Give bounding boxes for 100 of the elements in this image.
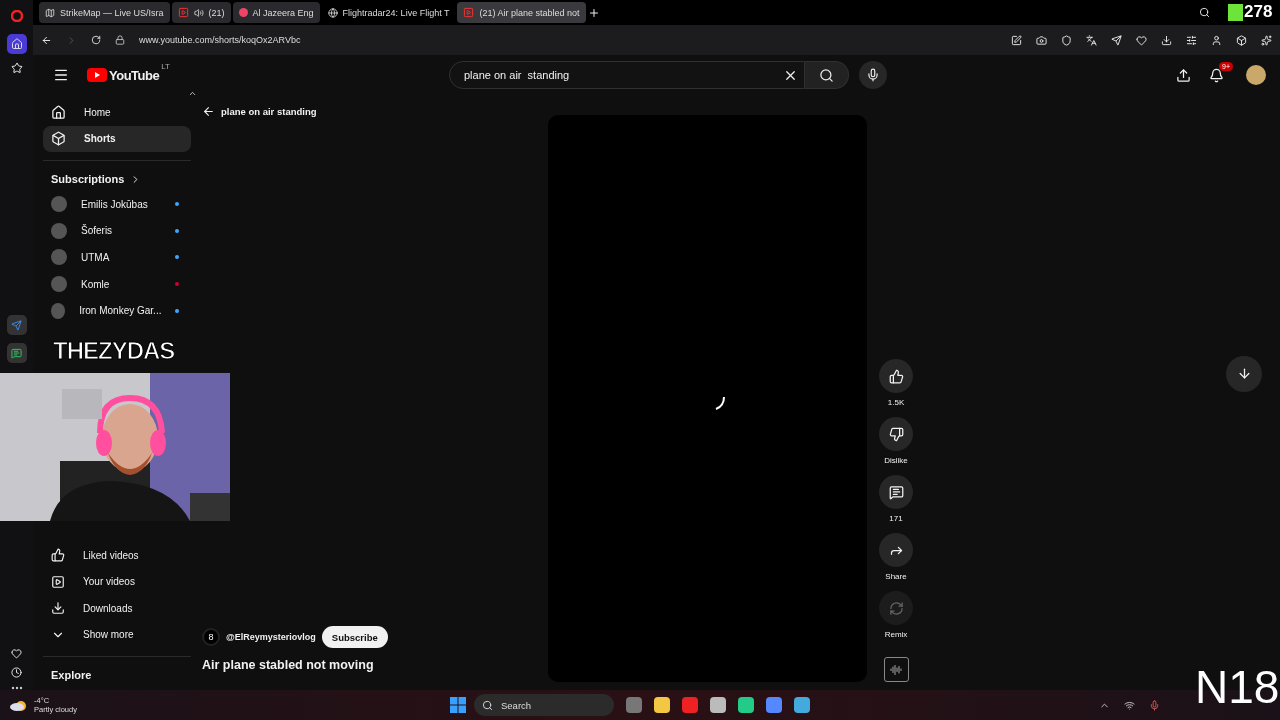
like-button[interactable] bbox=[879, 359, 913, 393]
edit-icon[interactable] bbox=[1011, 34, 1022, 46]
shorts-icon bbox=[51, 131, 66, 147]
search-button[interactable] bbox=[805, 61, 849, 89]
channel-handle[interactable]: @ElReymysteriovlog bbox=[226, 632, 316, 642]
camera-icon[interactable] bbox=[1036, 34, 1047, 46]
taskbar-search-field[interactable]: Search bbox=[474, 694, 614, 716]
cube-icon[interactable] bbox=[1236, 34, 1247, 46]
subscription-item[interactable]: UTMA bbox=[43, 244, 191, 271]
video-icon bbox=[51, 574, 65, 589]
star-icon[interactable] bbox=[10, 62, 23, 74]
corner-label: N18 bbox=[1195, 664, 1280, 710]
download-icon[interactable] bbox=[1161, 34, 1172, 46]
microphone-icon[interactable] bbox=[1149, 699, 1160, 711]
send-icon[interactable] bbox=[1111, 34, 1122, 46]
taskbar-app-icon[interactable] bbox=[794, 697, 810, 713]
map-icon bbox=[45, 7, 55, 18]
site-logo[interactable]: YouTube bbox=[109, 67, 160, 83]
bell-icon[interactable] bbox=[1209, 67, 1224, 83]
translate-icon[interactable] bbox=[1086, 34, 1097, 46]
microphone-icon bbox=[866, 68, 880, 82]
action-label: Dislike bbox=[884, 456, 908, 465]
sidebar-item[interactable]: Liked videos bbox=[43, 541, 191, 569]
query-input[interactable]: plane on air standing bbox=[462, 68, 783, 82]
person-icon[interactable] bbox=[1211, 34, 1222, 46]
menu-icon[interactable] bbox=[53, 67, 69, 83]
sidebar-item[interactable]: Downloads bbox=[43, 594, 191, 622]
dislike-button[interactable] bbox=[879, 417, 913, 451]
clock-icon[interactable] bbox=[11, 667, 22, 678]
heart-icon[interactable] bbox=[11, 648, 22, 659]
reload-icon[interactable] bbox=[91, 35, 101, 45]
sidebar-item[interactable]: Shorts bbox=[43, 125, 191, 152]
taskbar-app-icon[interactable] bbox=[654, 697, 670, 713]
download-icon bbox=[51, 601, 65, 616]
send-icon bbox=[11, 319, 22, 331]
short-title: Air plane stabled not moving bbox=[202, 658, 375, 672]
messenger-button[interactable] bbox=[6, 315, 27, 335]
taskbar-app-icon[interactable] bbox=[682, 697, 698, 713]
search-icon[interactable] bbox=[1199, 7, 1210, 18]
play-logo-icon bbox=[87, 68, 107, 82]
sidebar-item[interactable]: Show more bbox=[43, 621, 191, 648]
query-field[interactable]: plane on air standing bbox=[449, 61, 805, 89]
play-icon bbox=[463, 7, 475, 18]
upload-icon[interactable] bbox=[1176, 67, 1191, 83]
remix-icon bbox=[888, 600, 904, 616]
loading-spinner bbox=[714, 395, 726, 411]
action-label: 171 bbox=[889, 514, 903, 523]
sliders-icon[interactable] bbox=[1186, 34, 1197, 46]
browser-tab[interactable]: StrikeMap — Live US/Isra bbox=[39, 2, 170, 23]
action-label: Share bbox=[885, 572, 907, 581]
voice-search-button[interactable] bbox=[859, 61, 887, 89]
taskbar-app-icon[interactable] bbox=[738, 697, 754, 713]
channel-avatar bbox=[51, 276, 67, 293]
sidebar-item[interactable]: Your videos bbox=[43, 568, 191, 595]
comment-button[interactable] bbox=[879, 475, 913, 509]
comment-icon bbox=[888, 484, 904, 500]
streamer-name: THEZYDAS bbox=[53, 337, 175, 365]
action-label: Remix bbox=[884, 630, 908, 639]
channel-avatar bbox=[51, 302, 66, 319]
chevron-up-icon[interactable] bbox=[188, 89, 197, 98]
waveform-icon bbox=[890, 663, 902, 676]
browser-tab[interactable]: (21) Air plane stabled not bbox=[457, 2, 586, 23]
more-icon[interactable] bbox=[10, 686, 23, 690]
subscription-item[interactable]: Komle bbox=[43, 270, 191, 298]
home-button[interactable] bbox=[6, 34, 27, 54]
channel-avatar[interactable]: 8 bbox=[202, 628, 220, 646]
shield-icon[interactable] bbox=[1061, 34, 1072, 46]
subscription-item[interactable]: Emilis Jokūbas bbox=[43, 191, 191, 218]
browser-tab[interactable]: Flightradar24: Live Flight T bbox=[321, 2, 456, 23]
new-tab-icon[interactable] bbox=[587, 6, 600, 19]
taskbar-app-icon[interactable] bbox=[710, 697, 726, 713]
subscribe-button[interactable]: Subscribe bbox=[321, 626, 388, 648]
channel-avatar bbox=[51, 222, 67, 239]
chat-icon bbox=[11, 347, 22, 359]
heart-icon[interactable] bbox=[1136, 34, 1147, 46]
action-label: 1.5K bbox=[887, 398, 905, 407]
browser-tab[interactable]: (21) bbox=[171, 2, 231, 23]
viewer-count: 278 bbox=[1244, 2, 1273, 22]
network-icon[interactable] bbox=[1124, 699, 1135, 711]
channel-avatar bbox=[51, 196, 67, 213]
taskbar-search-input[interactable]: Search bbox=[499, 698, 599, 712]
taskbar-app-icon[interactable] bbox=[766, 697, 782, 713]
sidebar-item[interactable]: Home bbox=[43, 99, 191, 126]
back-arrow-icon[interactable] bbox=[202, 105, 215, 118]
search-icon bbox=[482, 699, 493, 711]
back-icon[interactable] bbox=[41, 34, 52, 46]
sparkles-icon[interactable] bbox=[1261, 34, 1272, 46]
browser-tab[interactable]: Al Jazeera Eng bbox=[232, 2, 320, 23]
subscription-item[interactable]: Šoferis bbox=[43, 217, 191, 245]
whatsapp-button[interactable] bbox=[6, 343, 27, 363]
share-button[interactable] bbox=[879, 533, 913, 567]
windows-start-icon[interactable] bbox=[450, 697, 466, 713]
thumbs-down-icon bbox=[888, 426, 904, 442]
cloud-sun-icon bbox=[10, 698, 28, 712]
subscription-item[interactable]: Iron Monkey Gar... bbox=[43, 297, 191, 324]
sound-button[interactable] bbox=[883, 657, 909, 682]
subscriptions-heading[interactable]: Subscriptions bbox=[51, 173, 125, 185]
account-avatar[interactable] bbox=[1246, 65, 1266, 85]
taskbar-app-icon[interactable] bbox=[626, 697, 642, 713]
next-button[interactable] bbox=[1226, 355, 1262, 392]
